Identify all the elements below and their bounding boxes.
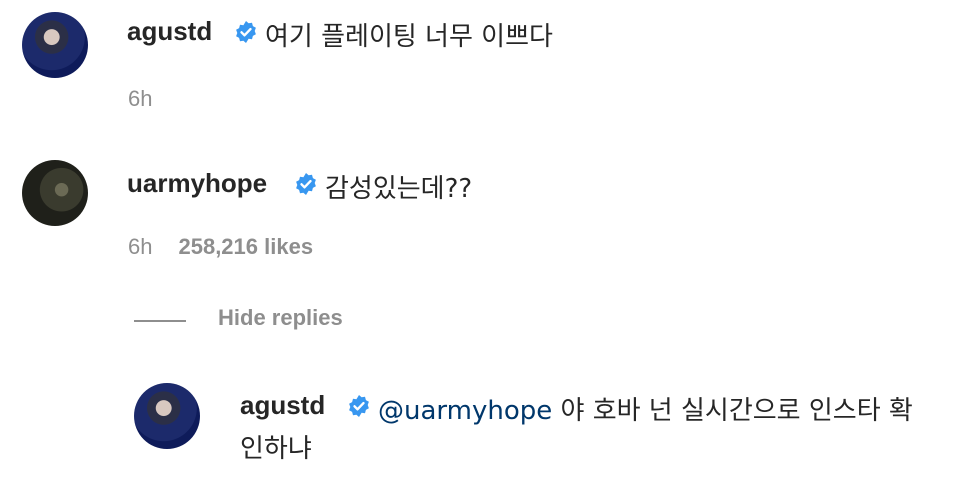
mention-link[interactable]: @uarmyhope — [378, 396, 552, 426]
comment-time[interactable]: 6h — [128, 234, 152, 259]
avatar[interactable] — [134, 383, 200, 449]
replies-divider — [134, 320, 186, 322]
reply-text: @uarmyhope 야 호바 넌 실시간으로 인스타 확 — [378, 390, 913, 427]
comment-text: 여기 플레이팅 너무 이쁘다 — [265, 22, 553, 52]
hide-replies-button[interactable]: Hide replies — [218, 305, 343, 331]
likes-count[interactable]: 258,216 likes — [178, 234, 313, 259]
avatar[interactable] — [22, 12, 88, 78]
username[interactable]: uarmyhope — [127, 168, 267, 199]
comment-text: 감성있는데?? — [325, 174, 473, 204]
comment-meta: 6h 258,216 likes — [128, 234, 313, 260]
verified-badge-icon — [349, 395, 369, 417]
comment-time[interactable]: 6h — [128, 86, 152, 112]
username[interactable]: agustd — [127, 16, 212, 47]
reply-text-line2: 인하냐 — [240, 434, 312, 464]
reply-text-line1: 야 호바 넌 실시간으로 인스타 확 — [552, 396, 913, 426]
username[interactable]: agustd — [240, 390, 325, 421]
verified-badge-icon — [236, 21, 256, 43]
avatar[interactable] — [22, 160, 88, 226]
verified-badge-icon — [296, 173, 316, 195]
